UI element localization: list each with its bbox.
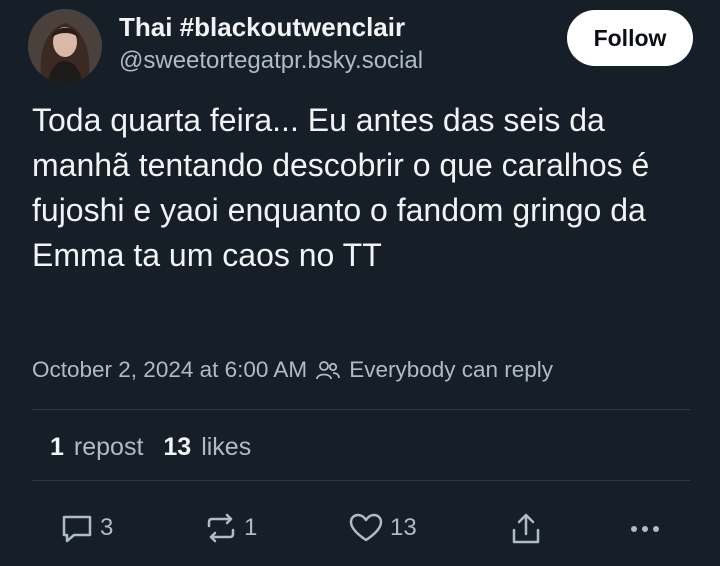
reply-icon: [62, 515, 92, 543]
avatar-photo: [28, 9, 102, 83]
more-button[interactable]: [627, 512, 663, 544]
repost-icon: [207, 513, 235, 543]
divider: [32, 480, 690, 481]
repost-button[interactable]: 1: [204, 512, 257, 544]
reposts-label[interactable]: repost: [74, 433, 143, 462]
reply-button[interactable]: 3: [60, 512, 113, 544]
like-icon: [349, 513, 383, 542]
reply-setting[interactable]: Everybody can reply: [349, 357, 553, 383]
like-button[interactable]: 13: [348, 512, 417, 544]
like-count: 13: [390, 514, 417, 541]
repost-count: 1: [244, 514, 258, 541]
handle[interactable]: @sweetortegatpr.bsky.social: [119, 47, 423, 75]
reposts-count[interactable]: 1: [50, 433, 64, 462]
post-meta: October 2, 2024 at 6:00 AM Everybody can…: [32, 355, 553, 385]
likes-label[interactable]: likes: [201, 433, 251, 462]
display-name[interactable]: Thai #blackoutwenclair: [119, 12, 405, 43]
people-icon: [316, 361, 341, 380]
follow-button[interactable]: Follow: [567, 10, 693, 66]
avatar[interactable]: [28, 9, 102, 83]
reply-count: 3: [100, 514, 114, 541]
engagement-counts: 1 repost 13 likes: [50, 430, 251, 464]
action-bar: 3 1 13: [0, 508, 720, 548]
more-icon: [631, 526, 659, 532]
share-button[interactable]: [509, 512, 543, 546]
timestamp[interactable]: October 2, 2024 at 6:00 AM: [32, 357, 307, 383]
likes-count[interactable]: 13: [163, 433, 191, 462]
share-icon: [512, 513, 540, 544]
post-text: Toda quarta feira... Eu antes das seis d…: [32, 102, 650, 273]
divider: [32, 409, 690, 410]
